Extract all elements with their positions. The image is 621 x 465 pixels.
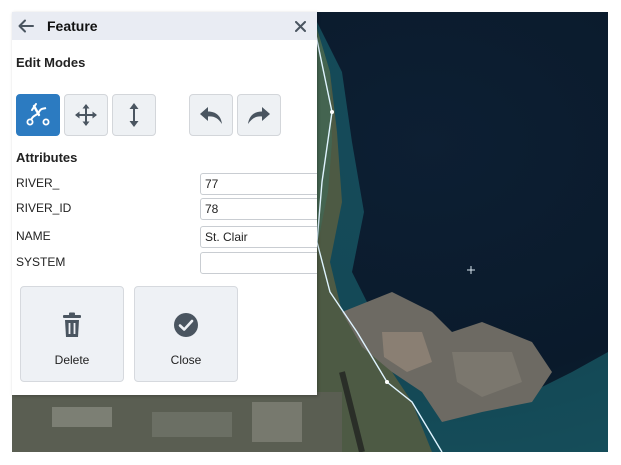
redo-icon: [248, 107, 270, 124]
attr-label-name: NAME: [16, 229, 51, 243]
trash-icon: [63, 312, 81, 337]
undo-button[interactable]: [189, 94, 233, 136]
delete-label: Delete: [54, 353, 90, 367]
move-arrows-icon: [75, 104, 97, 126]
vertex-edit-icon: [26, 103, 50, 126]
name-field[interactable]: [200, 226, 317, 248]
attr-label-river: RIVER_: [16, 176, 60, 190]
attributes-heading: Attributes: [16, 150, 78, 165]
back-button[interactable]: [15, 15, 37, 37]
system-field[interactable]: [200, 252, 317, 274]
close-icon: [294, 20, 306, 32]
feature-panel: Feature Edit Modes Attributes RIVER_ 77 …: [12, 12, 317, 395]
close-label: Close: [170, 353, 202, 367]
attr-label-system: SYSTEM: [16, 255, 66, 269]
river-id-field[interactable]: [200, 198, 317, 220]
river-field[interactable]: [200, 173, 317, 195]
vertical-arrows-icon: [129, 103, 139, 127]
undo-icon: [200, 107, 222, 124]
edit-modes-heading: Edit Modes: [16, 55, 86, 70]
reshape-mode-button[interactable]: [16, 94, 60, 136]
panel-title: Feature: [47, 18, 98, 34]
check-circle-icon: [174, 313, 198, 337]
close-button[interactable]: Close: [134, 286, 238, 382]
redo-button[interactable]: [237, 94, 281, 136]
close-panel-button[interactable]: [291, 17, 309, 35]
arrow-left-icon: [18, 19, 34, 33]
vertical-move-button[interactable]: [112, 94, 156, 136]
move-mode-button[interactable]: [64, 94, 108, 136]
attr-label-river-id: RIVER_ID: [16, 201, 72, 215]
delete-button[interactable]: Delete: [20, 286, 124, 382]
panel-header: Feature: [12, 12, 317, 40]
